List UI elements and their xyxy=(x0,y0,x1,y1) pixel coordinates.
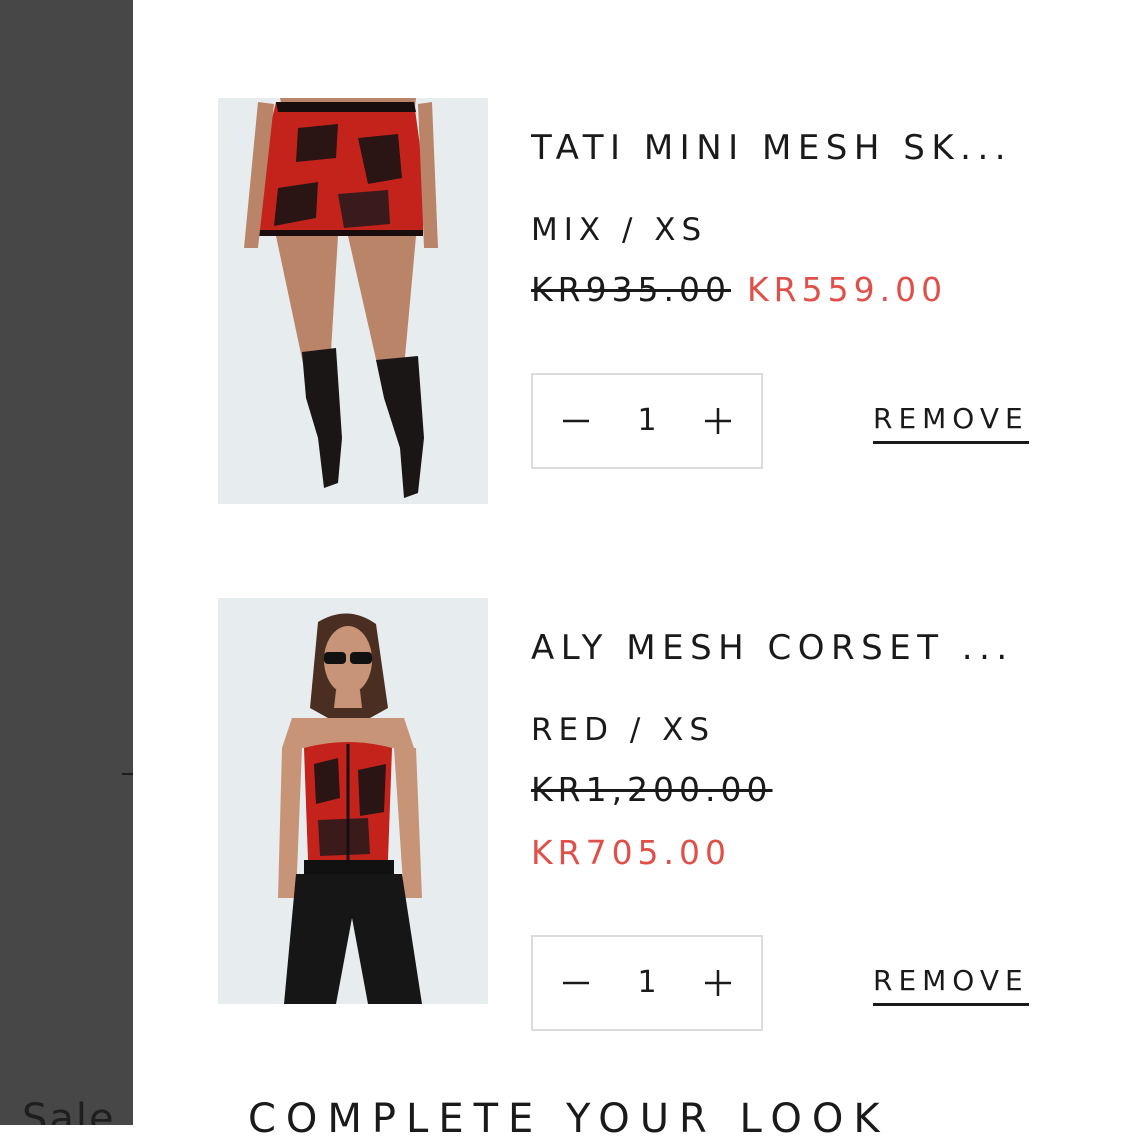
original-price: KR935.00 xyxy=(531,270,732,309)
product-image[interactable] xyxy=(218,598,488,1004)
price-row: KR1,200.00 xyxy=(531,770,789,809)
product-title[interactable]: ALY MESH CORSET ... xyxy=(531,628,1031,668)
quantity-stepper: 1 xyxy=(531,935,763,1031)
sale-price: KR705.00 xyxy=(531,833,732,872)
original-price: KR1,200.00 xyxy=(531,770,773,809)
increase-quantity-button[interactable] xyxy=(683,937,753,1029)
backdrop-partial-text: Sale xyxy=(22,1096,116,1125)
increase-quantity-button[interactable] xyxy=(683,375,753,467)
product-title[interactable]: TATI MINI MESH SK... xyxy=(531,128,1031,168)
remove-item-button[interactable]: REMOVE xyxy=(873,964,1029,1006)
price-row: KR935.00 KR559.00 xyxy=(531,270,947,309)
product-variant: RED / XS xyxy=(531,712,716,748)
page-backdrop-overlay[interactable]: Sale xyxy=(0,0,133,1125)
quantity-stepper: 1 xyxy=(531,373,763,469)
quantity-value[interactable]: 1 xyxy=(611,375,683,467)
decrease-quantity-button[interactable] xyxy=(541,375,611,467)
quantity-value[interactable]: 1 xyxy=(611,937,683,1029)
plus-icon xyxy=(705,408,731,434)
remove-item-button[interactable]: REMOVE xyxy=(873,402,1029,444)
complete-your-look-heading: COMPLETE YOUR LOOK xyxy=(248,1096,890,1142)
sale-price: KR559.00 xyxy=(747,270,948,309)
cart-drawer: TATI MINI MESH SK... MIX / XS KR935.00 KR… xyxy=(133,0,1125,1142)
minus-icon xyxy=(563,981,589,985)
decrease-quantity-button[interactable] xyxy=(541,937,611,1029)
backdrop-divider xyxy=(122,773,133,775)
product-image[interactable] xyxy=(218,98,488,504)
plus-icon xyxy=(705,970,731,996)
minus-icon xyxy=(563,419,589,423)
product-variant: MIX / XS xyxy=(531,212,708,248)
